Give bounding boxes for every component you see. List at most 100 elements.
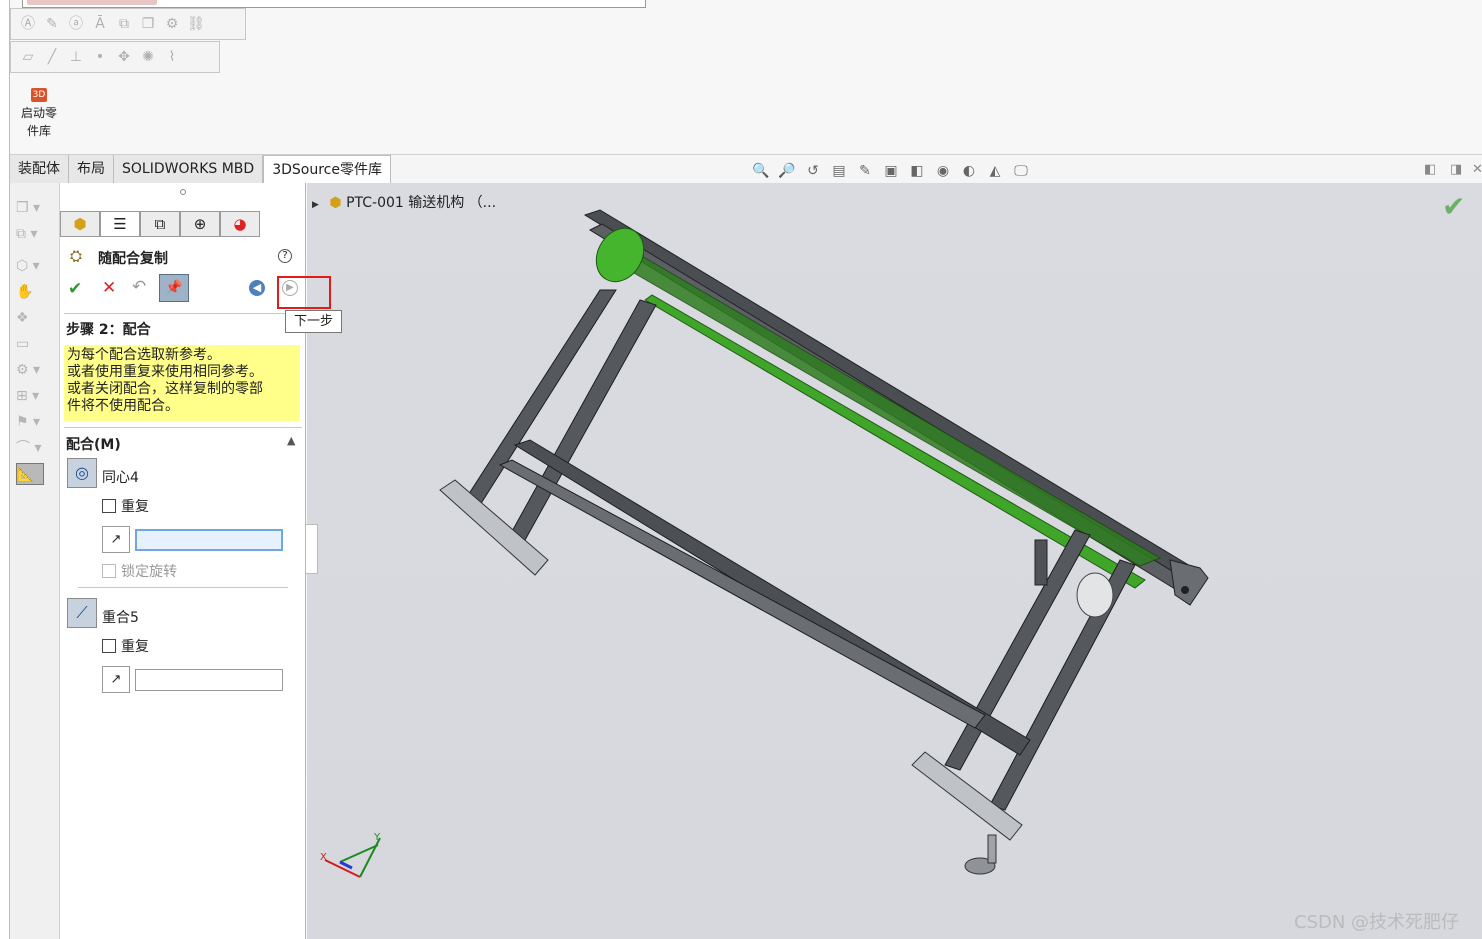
next-step-tooltip: 下一步	[285, 310, 342, 333]
previous-view-icon[interactable]: ↺	[804, 162, 822, 180]
configuration-manager-tab[interactable]: ⧉	[140, 211, 180, 237]
step-title: 步骤 2：配合	[66, 322, 151, 338]
stack-icon[interactable]: ⧉	[115, 15, 133, 33]
smart-fasteners-icon[interactable]: ✋	[16, 281, 54, 303]
appearance-icon[interactable]: ◐	[960, 162, 978, 180]
tab-assembly[interactable]: 装配体	[10, 155, 69, 183]
view-toolbar: 🔍 🔎 ↺ ▤ ✎ ▣ ◧ ◉ ◐ ◭ 🖵	[752, 160, 1030, 182]
collapse-chevron-icon[interactable]: ▲	[287, 434, 295, 447]
title-bar	[22, 0, 646, 8]
conveyor-geometry: X Y	[320, 209, 1209, 878]
monitor-icon[interactable]: 🖵	[1012, 162, 1030, 180]
mate-name: 同心4	[102, 470, 139, 486]
zoom-to-fit-icon[interactable]: 🔍	[752, 162, 770, 180]
graphics-viewport[interactable]: X Y	[307, 183, 1482, 939]
close-panel-icon[interactable]: ✕	[1472, 162, 1482, 177]
pm-tabs: ⬢ ☰ ⧉ ⊕ ◕	[60, 211, 260, 237]
note-icon[interactable]: ✎	[43, 15, 61, 33]
gear-icon[interactable]: ⚙	[163, 15, 181, 33]
ribbon-label-2: 件库	[26, 124, 51, 138]
tab-mbd[interactable]: SOLIDWORKS MBD	[114, 155, 264, 183]
axis-icon[interactable]: ╱	[43, 48, 61, 66]
dynamic-annotation-icon[interactable]: ✎	[856, 162, 874, 180]
assembly-icon: ⬢	[329, 195, 342, 211]
confirm-corner-icon[interactable]: ✔	[1442, 190, 1465, 223]
spring-icon[interactable]: ⌇	[163, 48, 181, 66]
explode-icon[interactable]: ✺	[139, 48, 157, 66]
ribbon-label-1: 启动零	[20, 106, 57, 120]
divider	[64, 313, 302, 314]
mates-section-title[interactable]: 配合(M)	[66, 434, 121, 454]
note-line: 件将不使用配合。	[67, 398, 179, 414]
move-component-icon[interactable]: ❖	[16, 307, 54, 329]
back-button[interactable]: ◀	[249, 280, 265, 296]
format-icon[interactable]: Ā	[91, 15, 109, 33]
feature-manager-tab[interactable]: ⬢	[60, 211, 100, 237]
expand-arrow-icon[interactable]: ▶	[312, 200, 319, 210]
launch-parts-library-button[interactable]: 3D 启动零 件库	[12, 86, 66, 148]
copy-icon[interactable]: ❐	[139, 15, 157, 33]
dimxpert-tab[interactable]: ⊕	[180, 211, 220, 237]
reference-selection-field[interactable]	[135, 669, 283, 691]
repeat-label: 重复	[121, 499, 149, 515]
hide-show-icon[interactable]: ◉	[934, 162, 952, 180]
tab-layout[interactable]: 布局	[69, 155, 114, 183]
note-line: 为每个配合选取新参考。	[67, 347, 221, 363]
display-manager-tab[interactable]: ◕	[220, 211, 260, 237]
panel-resize-handle[interactable]	[306, 524, 318, 574]
feature-tree-item[interactable]: ▶ ⬢ PTC-001 输送机构 （...	[312, 192, 496, 212]
property-manager-tab[interactable]: ☰	[100, 211, 140, 237]
link-icon[interactable]: ⛓	[187, 15, 205, 33]
select-reference-icon[interactable]: ↗	[102, 666, 130, 693]
expand-panel-icon[interactable]: ◨	[1450, 162, 1462, 177]
select-reference-icon[interactable]: ↗	[102, 526, 130, 553]
reference-selection-field[interactable]	[135, 529, 283, 551]
text-icon[interactable]: Ⓐ	[19, 15, 37, 33]
view-orientation-icon[interactable]: ▣	[882, 162, 900, 180]
new-motion-study-icon[interactable]: ⚑ ▾	[16, 411, 54, 433]
insert-component-icon[interactable]: ❒ ▾	[16, 197, 54, 219]
display-style-icon[interactable]: ◧	[908, 162, 926, 180]
drag-dot-icon	[180, 189, 186, 195]
restore-panel-icon[interactable]: ◧	[1424, 162, 1436, 177]
assembly-name: PTC-001 输送机构 （...	[346, 195, 497, 211]
help-icon[interactable]: ?	[278, 249, 292, 263]
repeat-checkbox[interactable]	[102, 639, 116, 653]
keep-visible-button[interactable]: 📌	[159, 274, 189, 302]
svg-text:X: X	[320, 852, 327, 863]
note-line: 或者使用重复来使用相同参考。	[67, 364, 263, 380]
ok-button[interactable]: ✔	[68, 279, 82, 299]
toolbar-row-1: Ⓐ ✎ ⓐ Ā ⧉ ❐ ⚙ ⛓	[10, 8, 246, 40]
repeat-label: 重复	[121, 639, 149, 655]
solidworks-logo	[27, 0, 157, 5]
section-view-icon[interactable]: ▤	[830, 162, 848, 180]
mate-icon[interactable]: ⧉ ▾	[16, 223, 54, 245]
linear-pattern-icon[interactable]: ⬡ ▾	[16, 255, 54, 277]
assembly-features-icon[interactable]: ⚙ ▾	[16, 359, 54, 381]
coincident-mate-icon: ⟋	[67, 598, 97, 628]
3d-icon: 3D	[31, 88, 47, 102]
coordinate-icon[interactable]: ⊥	[67, 48, 85, 66]
repeat-checkbox[interactable]	[102, 499, 116, 513]
left-tool-column: ❒ ▾ ⧉ ▾ ⬡ ▾ ✋ ❖ ▭ ⚙ ▾ ⊞ ▾ ⚑ ▾ ⌒ ▾ 📐	[10, 183, 60, 939]
point-icon[interactable]: •	[91, 48, 109, 66]
show-hidden-icon[interactable]: ▭	[16, 333, 54, 355]
divider	[64, 427, 302, 428]
undo-button[interactable]: ↶	[132, 277, 146, 297]
scene-icon[interactable]: ◭	[986, 162, 1004, 180]
copy-with-mates-icon: ⛭	[70, 247, 83, 265]
balloon-icon[interactable]: ⓐ	[67, 15, 85, 33]
tab-3dsource[interactable]: 3DSource零件库	[263, 155, 391, 183]
instant3d-icon[interactable]: 📐	[16, 463, 44, 485]
move-icon[interactable]: ✥	[115, 48, 133, 66]
pm-title: 随配合复制	[98, 251, 168, 267]
zoom-area-icon[interactable]: 🔎	[778, 162, 796, 180]
divider	[78, 587, 288, 588]
conveyor-model: X Y	[320, 209, 1209, 878]
cancel-button[interactable]: ✕	[102, 278, 116, 298]
bill-of-materials-icon[interactable]: ⌒ ▾	[16, 437, 54, 459]
reference-geometry-icon[interactable]: ⊞ ▾	[16, 385, 54, 407]
lock-rotation-checkbox[interactable]	[102, 564, 116, 578]
plane-icon[interactable]: ▱	[19, 48, 37, 66]
lock-rotation-label: 锁定旋转	[121, 564, 177, 580]
